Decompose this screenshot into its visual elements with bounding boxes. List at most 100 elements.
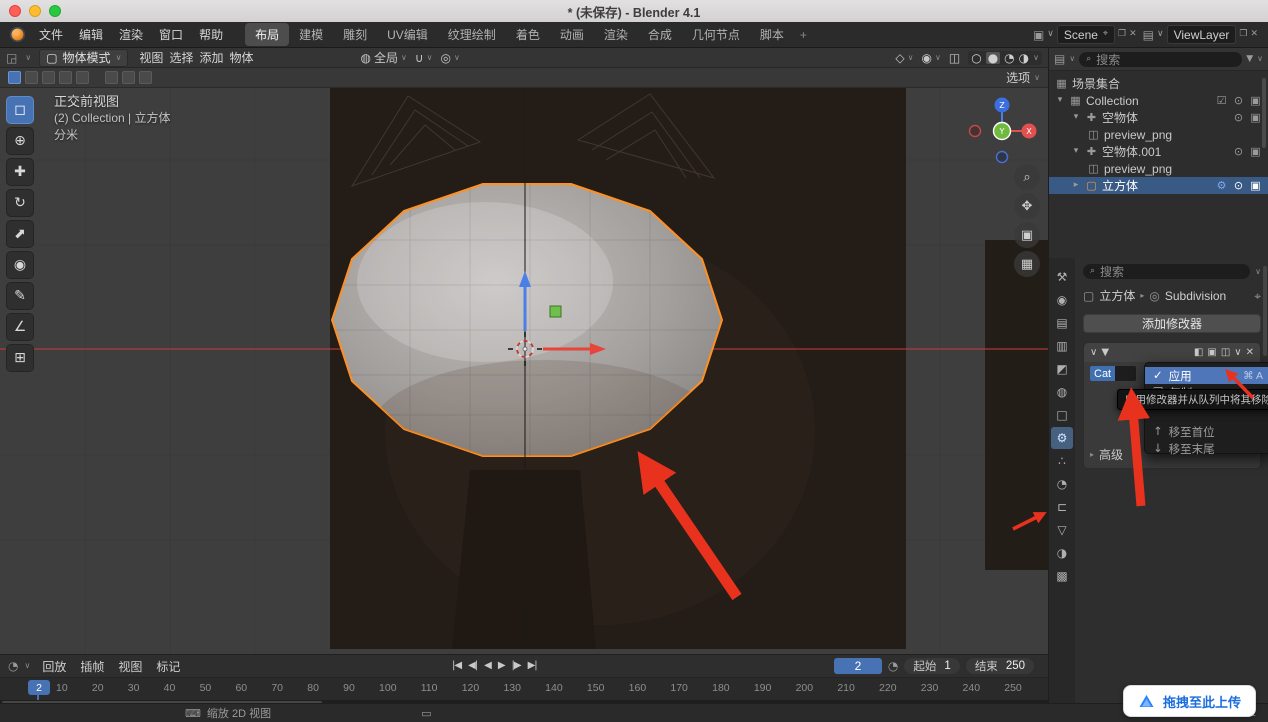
transform-tool[interactable]: ◉ [6, 251, 34, 279]
wireframe-shading-icon[interactable]: ○ [971, 52, 981, 64]
modifier-name-field[interactable]: Cat [1090, 366, 1136, 381]
playback-button[interactable]: ◀ [484, 661, 492, 671]
texture-tab-icon[interactable]: ▩ [1051, 565, 1073, 587]
playback-button[interactable]: ▶| [528, 661, 538, 671]
scene-field[interactable]: Scene ⌖ [1056, 25, 1115, 44]
properties-scrollbar[interactable] [1263, 266, 1267, 356]
tool-setting-icon[interactable] [139, 71, 152, 84]
chevron-down-icon[interactable]: ∨ [1033, 53, 1039, 62]
hide-eye-icon[interactable]: ⊙ [1232, 146, 1245, 157]
viewport-menu-item[interactable]: 选择 [166, 49, 196, 66]
advanced-subpanel-header[interactable]: ▸ 高级 [1090, 446, 1123, 463]
chevron-down-icon[interactable]: ∨ [1157, 30, 1164, 39]
properties-search-input[interactable]: ⌕ 搜索 [1083, 264, 1251, 279]
rotate-tool[interactable]: ↻ [6, 189, 34, 217]
render-camera-icon[interactable]: ▣ [1249, 112, 1262, 123]
copy-viewlayer-icon[interactable]: ❐ [1239, 30, 1247, 39]
filter-icon[interactable]: ▼ [1246, 54, 1253, 64]
ortho-grid-icon[interactable]: ▦ [1014, 251, 1040, 277]
editor-type-icon[interactable]: ▤ [1054, 53, 1065, 65]
collapse-icon[interactable]: ▾ [1071, 113, 1081, 122]
frame-end-field[interactable]: 结束 250 [965, 658, 1034, 674]
outliner-search-input[interactable]: ⌕ 搜索 [1079, 51, 1243, 67]
realtime-display-icon[interactable]: ▣ [1207, 347, 1216, 358]
hide-eye-icon[interactable]: ⊙ [1232, 95, 1245, 106]
workspace-tab[interactable]: 雕刻 [333, 23, 377, 46]
workspace-tab[interactable]: 着色 [506, 23, 550, 46]
chevron-down-icon[interactable]: ∨ [1257, 55, 1263, 63]
outliner-row-collection[interactable]: ▾ ▦ Collection ☑ ⊙ ▣ [1049, 92, 1268, 109]
proportional-editing-toggle[interactable]: ◎ ∨ [441, 52, 460, 64]
workspace-tab[interactable]: 渲染 [594, 23, 638, 46]
playback-button[interactable]: ◀| [468, 661, 478, 671]
measure-tool[interactable]: ∠ [6, 313, 34, 341]
playback-button[interactable]: ▶ [498, 661, 506, 671]
outliner-scrollbar[interactable] [1262, 78, 1266, 148]
timeline-menu-item[interactable]: 插帧 [74, 656, 110, 677]
scale-tool[interactable]: ⬈ [6, 220, 34, 248]
delete-modifier-icon[interactable]: ✕ [1246, 347, 1254, 358]
3d-viewport[interactable]: 正交前视图 (2) Collection | 立方体 分米 ◻ ⊕ ✚ ↻ ⬈ … [0, 88, 1048, 654]
modifier-extras-menu-icon[interactable]: ∨ [1234, 347, 1241, 358]
view-axis-gizmo[interactable]: Z X Y [966, 94, 1038, 166]
workspace-tab[interactable]: 布局 [245, 23, 290, 46]
select-mode-set-icon[interactable] [8, 71, 21, 84]
modifier-wrench-icon[interactable]: ⚙ [1215, 180, 1228, 191]
menubar-item[interactable]: 渲染 [111, 23, 151, 46]
render-camera-icon[interactable]: ▣ [1249, 146, 1262, 157]
viewport-canvas[interactable] [0, 88, 1048, 654]
chevron-down-icon[interactable]: ∨ [25, 53, 31, 62]
workspace-tab[interactable]: 建模 [289, 23, 333, 46]
menu-item-move-last[interactable]: ↓ 移至末尾 [1145, 440, 1268, 457]
copy-scene-icon[interactable]: ❐ [1118, 30, 1126, 39]
add-modifier-button[interactable]: 添加修改器 [1083, 314, 1261, 333]
collapse-icon[interactable]: ▾ [1055, 96, 1065, 105]
chevron-down-icon[interactable]: ∨ [24, 662, 30, 670]
viewlayer-icon[interactable]: ▤ [1143, 29, 1154, 41]
timeline-menu-item[interactable]: 标记 [150, 656, 186, 677]
tool-setting-icon[interactable] [105, 71, 118, 84]
collapse-icon[interactable]: ▾ [1071, 147, 1081, 156]
timeline-menu-item[interactable]: 视图 [112, 656, 148, 677]
particles-tab-icon[interactable]: ∴ [1051, 450, 1073, 472]
tool-tab-icon[interactable]: ⚒ [1051, 266, 1073, 288]
timeline-menu-item[interactable]: 回放 [36, 656, 72, 677]
select-mode-extend-icon[interactable] [25, 71, 38, 84]
breadcrumb-modifier[interactable]: Subdivision [1165, 289, 1226, 303]
overlays-toggle[interactable]: ◉ ∨ [922, 52, 941, 64]
outliner-row-scene-collection[interactable]: ▦ 场景集合 [1049, 75, 1268, 92]
menubar-item[interactable]: 帮助 [191, 23, 231, 46]
camera-view-icon[interactable]: ▣ [1014, 222, 1040, 248]
zoom-icon[interactable]: ⌕ [1014, 164, 1040, 190]
annotate-tool[interactable]: ✎ [6, 282, 34, 310]
render-camera-icon[interactable]: ▣ [1249, 180, 1262, 191]
xray-toggle-icon[interactable]: ◫ [949, 52, 960, 64]
workspace-tab[interactable]: UV编辑 [377, 23, 438, 46]
physics-tab-icon[interactable]: ◔ [1051, 473, 1073, 495]
playback-button[interactable]: |▶ [512, 661, 522, 671]
upload-button[interactable]: 拖拽至此上传 [1122, 685, 1256, 717]
workspace-tab[interactable]: 合成 [638, 23, 682, 46]
material-tab-icon[interactable]: ◑ [1051, 542, 1073, 564]
delete-viewlayer-icon[interactable]: ✕ [1250, 30, 1258, 39]
edit-mode-display-icon[interactable]: ◧ [1194, 347, 1203, 358]
chevron-down-icon[interactable]: ∨ [1255, 267, 1261, 276]
viewport-menu-item[interactable]: 添加 [196, 49, 226, 66]
select-mode-intersect-icon[interactable] [76, 71, 89, 84]
workspace-tab[interactable]: 脚本 [750, 23, 794, 46]
frame-start-field[interactable]: 起始 1 [904, 658, 960, 674]
material-shading-icon[interactable]: ◔ [1004, 52, 1014, 64]
hide-eye-icon[interactable]: ⊙ [1232, 112, 1245, 123]
select-mode-invert-icon[interactable] [59, 71, 72, 84]
pin-icon[interactable]: ⌖ [1103, 30, 1108, 39]
viewlayer-field[interactable]: ViewLayer [1166, 25, 1237, 44]
playhead[interactable]: 2 [28, 680, 50, 701]
viewport-menu-item[interactable]: 视图 [136, 49, 166, 66]
add-cube-tool[interactable]: ⊞ [6, 344, 34, 372]
outliner-row-preview-png[interactable]: ◫ preview_png [1049, 126, 1268, 143]
expand-icon[interactable]: ▸ [1071, 181, 1081, 190]
gizmo-visibility[interactable]: ◇ ∨ [895, 52, 913, 64]
solid-shading-icon[interactable]: ● [985, 51, 1001, 64]
playback-button[interactable]: |◀ [452, 661, 462, 671]
object-data-tab-icon[interactable]: ▽ [1051, 519, 1073, 541]
